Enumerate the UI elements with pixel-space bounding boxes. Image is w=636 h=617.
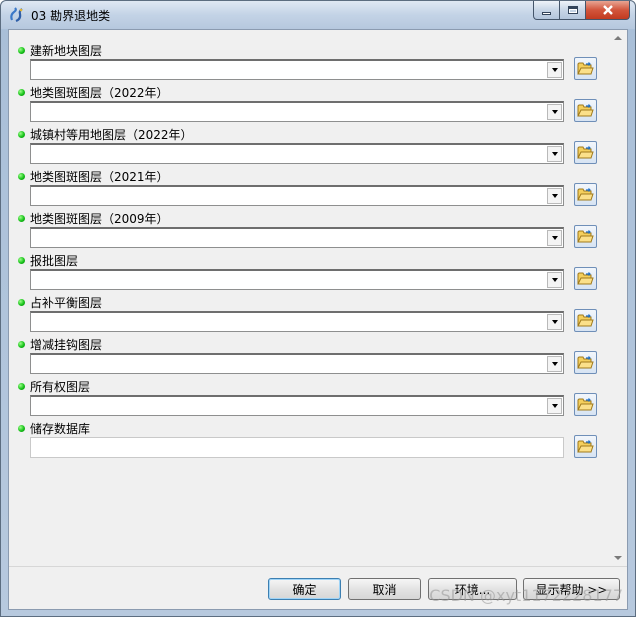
chevron-down-icon xyxy=(551,362,558,366)
minimize-icon xyxy=(542,11,551,15)
close-button[interactable] xyxy=(586,1,630,20)
chevron-down-icon xyxy=(551,320,558,324)
required-dot-icon xyxy=(18,341,25,348)
open-folder-icon xyxy=(577,440,594,453)
dropdown-button[interactable] xyxy=(547,188,562,204)
tool-dialog-window: 03 勘界退地类 建新地块图层 地类图斑图层（2022年） 城镇村等用地图层（2… xyxy=(0,0,636,617)
required-dot-icon xyxy=(18,89,25,96)
chevron-down-icon xyxy=(551,152,558,156)
parameter-label: 占补平衡图层 xyxy=(30,296,103,310)
chevron-down-icon xyxy=(551,194,558,198)
parameter-row-7: 占补平衡图层 xyxy=(9,294,609,336)
maximize-button[interactable] xyxy=(560,1,586,20)
browse-button[interactable] xyxy=(574,393,597,416)
maximize-icon xyxy=(567,6,578,14)
parameter-row-6: 报批图层 xyxy=(9,252,609,294)
cancel-button[interactable]: 取消 xyxy=(348,578,421,600)
window-title: 03 勘界退地类 xyxy=(31,9,111,23)
layer-combobox-9[interactable] xyxy=(30,395,564,416)
required-dot-icon xyxy=(18,299,25,306)
parameter-label: 报批图层 xyxy=(30,254,79,268)
browse-button[interactable] xyxy=(574,435,597,458)
scroll-up-icon[interactable] xyxy=(614,36,622,40)
parameter-row-2: 地类图斑图层（2022年） xyxy=(9,84,609,126)
layer-combobox-8[interactable] xyxy=(30,353,564,374)
chevron-down-icon xyxy=(551,236,558,240)
parameter-row-3: 城镇村等用地图层（2022年） xyxy=(9,126,609,168)
open-folder-icon xyxy=(577,314,594,327)
open-folder-icon xyxy=(577,230,594,243)
parameter-label: 地类图斑图层（2022年） xyxy=(30,86,169,100)
required-dot-icon xyxy=(18,425,25,432)
title-bar[interactable]: 03 勘界退地类 xyxy=(1,1,635,29)
vertical-scrollbar[interactable] xyxy=(610,30,627,566)
browse-button[interactable] xyxy=(574,309,597,332)
open-folder-icon xyxy=(577,356,594,369)
parameter-row-4: 地类图斑图层（2021年） xyxy=(9,168,609,210)
parameter-row-8: 增减挂钩图层 xyxy=(9,336,609,378)
layer-combobox-7[interactable] xyxy=(30,311,564,332)
browse-button[interactable] xyxy=(574,267,597,290)
required-dot-icon xyxy=(18,257,25,264)
dropdown-button[interactable] xyxy=(547,272,562,288)
parameters-panel[interactable]: 建新地块图层 地类图斑图层（2022年） 城镇村等用地图层（2022年） 地类图… xyxy=(9,30,627,566)
open-folder-icon xyxy=(577,188,594,201)
layer-combobox-4[interactable] xyxy=(30,185,564,206)
layer-combobox-5[interactable] xyxy=(30,227,564,248)
dropdown-button[interactable] xyxy=(547,146,562,162)
open-folder-icon xyxy=(577,272,594,285)
browse-button[interactable] xyxy=(574,99,597,122)
dropdown-button[interactable] xyxy=(547,314,562,330)
watermark: CSDN @xyt1172228177 xyxy=(429,586,623,605)
window-controls xyxy=(533,1,630,21)
parameter-label: 储存数据库 xyxy=(30,422,91,436)
required-dot-icon xyxy=(18,173,25,180)
browse-button[interactable] xyxy=(574,141,597,164)
parameter-label: 所有权图层 xyxy=(30,380,91,394)
minimize-button[interactable] xyxy=(533,1,560,20)
layer-combobox-3[interactable] xyxy=(30,143,564,164)
parameter-row-1: 建新地块图层 xyxy=(9,42,609,84)
chevron-down-icon xyxy=(551,68,558,72)
dropdown-button[interactable] xyxy=(547,230,562,246)
browse-button[interactable] xyxy=(574,57,597,80)
parameter-label: 地类图斑图层（2021年） xyxy=(30,170,169,184)
parameter-row-9: 所有权图层 xyxy=(9,378,609,420)
open-folder-icon xyxy=(577,104,594,117)
chevron-down-icon xyxy=(551,110,558,114)
dialog-client-area: 建新地块图层 地类图斑图层（2022年） 城镇村等用地图层（2022年） 地类图… xyxy=(8,29,628,610)
parameter-label: 地类图斑图层（2009年） xyxy=(30,212,169,226)
parameter-label: 城镇村等用地图层（2022年） xyxy=(30,128,193,142)
parameter-label: 增减挂钩图层 xyxy=(30,338,103,352)
browse-button[interactable] xyxy=(574,225,597,248)
close-icon xyxy=(602,5,613,15)
parameter-row-5: 地类图斑图层（2009年） xyxy=(9,210,609,252)
required-dot-icon xyxy=(18,383,25,390)
layer-combobox-1[interactable] xyxy=(30,59,564,80)
required-dot-icon xyxy=(18,215,25,222)
scroll-down-icon[interactable] xyxy=(614,556,622,560)
browse-button[interactable] xyxy=(574,183,597,206)
required-dot-icon xyxy=(18,47,25,54)
open-folder-icon xyxy=(577,62,594,75)
layer-combobox-2[interactable] xyxy=(30,101,564,122)
required-dot-icon xyxy=(18,131,25,138)
dropdown-button[interactable] xyxy=(547,356,562,372)
browse-button[interactable] xyxy=(574,351,597,374)
parameter-label: 建新地块图层 xyxy=(30,44,103,58)
dropdown-button[interactable] xyxy=(547,398,562,414)
python-script-icon xyxy=(9,7,25,23)
open-folder-icon xyxy=(577,146,594,159)
parameter-row-10: 储存数据库 xyxy=(9,420,609,462)
dropdown-button[interactable] xyxy=(547,62,562,78)
chevron-down-icon xyxy=(551,404,558,408)
open-folder-icon xyxy=(577,398,594,411)
layer-combobox-6[interactable] xyxy=(30,269,564,290)
database-path-input[interactable] xyxy=(30,437,564,458)
chevron-down-icon xyxy=(551,278,558,282)
ok-button[interactable]: 确定 xyxy=(268,578,341,600)
dropdown-button[interactable] xyxy=(547,104,562,120)
